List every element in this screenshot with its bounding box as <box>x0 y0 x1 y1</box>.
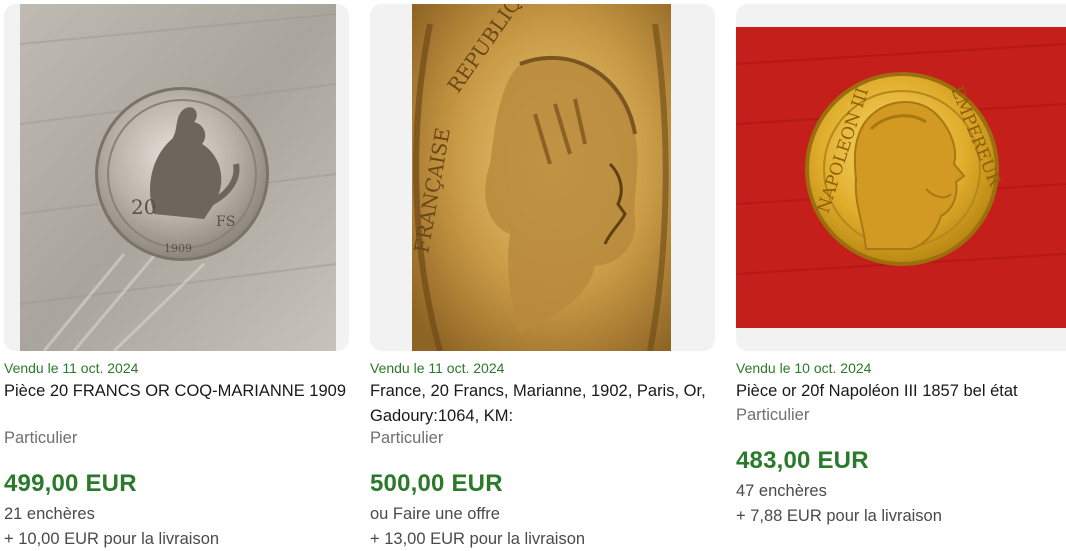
shipping-cost: + 7,88 EUR pour la livraison <box>736 507 942 525</box>
listing-title-link[interactable]: Pièce 20 FRANCS OR COQ-MARIANNE 1909 <box>4 379 349 404</box>
sold-price: 499,00 EUR <box>4 470 137 497</box>
bid-count: 21 enchères <box>4 505 95 523</box>
sold-price: 500,00 EUR <box>370 470 503 497</box>
seller-type: Particulier <box>370 429 444 447</box>
sold-date-label: Vendu le 11 oct. 2024 <box>370 360 505 376</box>
svg-text:FS: FS <box>216 214 235 230</box>
svg-text:20: 20 <box>131 195 156 219</box>
listing-image[interactable]: REPUBLIQUE FRANÇAISE <box>370 4 715 351</box>
listing-title-link[interactable]: Pièce or 20f Napoléon III 1857 bel état <box>736 379 1066 404</box>
listing-image[interactable]: NAPOLEON III EMPEREUR <box>736 4 1066 351</box>
bid-count: 47 enchères <box>736 482 827 500</box>
sold-date-label: Vendu le 10 oct. 2024 <box>736 360 872 376</box>
coin-marianne-icon: REPUBLIQUE FRANÇAISE <box>370 4 715 351</box>
listing-card[interactable]: NAPOLEON III EMPEREUR Vendu le 10 oct. 2… <box>736 4 1066 551</box>
listing-card[interactable]: 20 FS 1909 Vendu le 11 oct. 2024 Pièce 2… <box>4 4 349 551</box>
listing-grid: 20 FS 1909 Vendu le 11 oct. 2024 Pièce 2… <box>0 0 1066 551</box>
listing-title-link[interactable]: France, 20 Francs, Marianne, 1902, Paris… <box>370 379 715 429</box>
coin-rooster-icon: 20 FS 1909 <box>4 4 349 351</box>
svg-text:1909: 1909 <box>164 242 192 255</box>
shipping-cost: + 13,00 EUR pour la livraison <box>370 530 586 548</box>
seller-type: Particulier <box>4 429 78 447</box>
seller-type: Particulier <box>736 406 810 424</box>
sold-price: 483,00 EUR <box>736 447 869 474</box>
shipping-cost: + 10,00 EUR pour la livraison <box>4 530 220 548</box>
listing-image[interactable]: 20 FS 1909 <box>4 4 349 351</box>
offer-option: ou Faire une offre <box>370 505 500 523</box>
listing-card[interactable]: REPUBLIQUE FRANÇAISE Vendu le 11 oct. 20… <box>370 4 715 551</box>
coin-napoleon-icon: NAPOLEON III EMPEREUR <box>736 4 1066 351</box>
sold-date-label: Vendu le 11 oct. 2024 <box>4 360 139 376</box>
